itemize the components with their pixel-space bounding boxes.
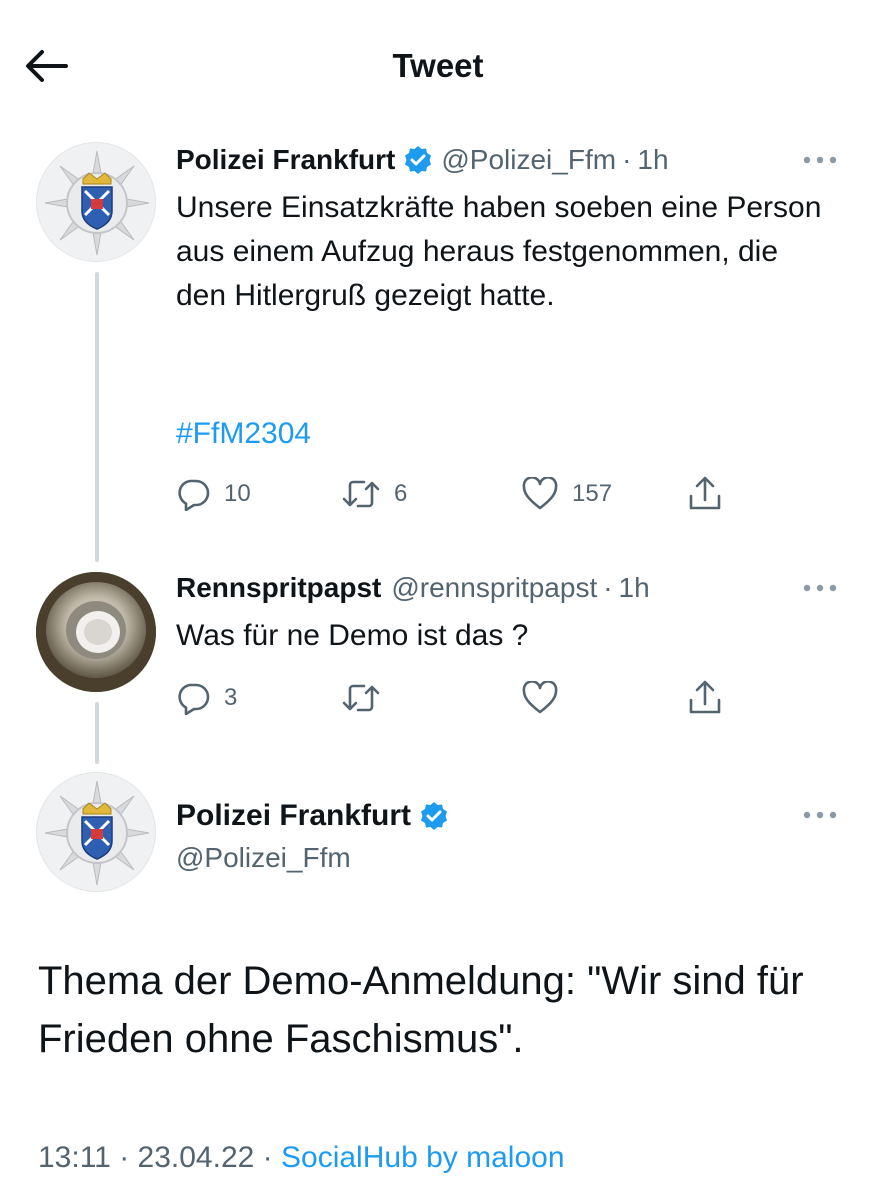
tweet-text: Unsere Einsatzkräfte haben soeben eine P… [176,191,822,312]
separator: · [622,144,632,175]
reply-button[interactable]: 10 [176,472,251,516]
author-name[interactable]: Rennspritpapst [176,570,381,606]
retweet-button[interactable]: 6 [342,472,407,516]
more-button[interactable] [800,800,840,830]
reply-count: 3 [224,684,238,711]
tweet-header: Rennspritpapst @rennspritpapst · 1h [176,570,650,606]
share-button[interactable] [688,472,722,516]
avatar[interactable] [36,572,156,692]
author-name[interactable]: Polizei Frankfurt [176,796,411,836]
thread-connector [95,702,99,764]
share-button[interactable] [688,676,722,720]
exhaust-pipe-image [36,572,156,692]
timestamp[interactable]: 1h [637,142,668,178]
more-icon [803,584,837,592]
verified-badge-icon [419,801,449,831]
retweet-button[interactable] [342,676,380,720]
author-handle[interactable]: @Polizei_Ffm [441,142,616,178]
retweet-icon [342,480,380,508]
police-star-icon [44,780,150,886]
tweet-date[interactable]: 23.04.22 [138,1141,255,1174]
tweet-actions: 3 [176,676,776,720]
reply-button[interactable]: 3 [176,676,237,720]
tweet-actions: 10 6 157 [176,472,776,516]
separator: · [119,1141,130,1174]
page-title: Tweet [392,47,484,84]
like-button[interactable] [522,676,558,720]
hashtag-link[interactable]: #FfM2304 [176,414,311,454]
focus-tweet-text: Thema der Demo-Anmeldung: "Wir sind für … [38,959,804,1061]
retweet-count: 6 [394,480,408,507]
reply-count: 10 [224,480,251,507]
tweet-text: Was für ne Demo ist das ? [176,619,529,652]
top-bar: Tweet [0,0,876,130]
more-button[interactable] [800,573,840,603]
reply-icon [178,683,210,715]
more-icon [803,811,837,819]
share-icon [689,680,721,714]
tweet-time[interactable]: 13:11 [38,1141,111,1174]
thread-connector [95,272,99,562]
author-name[interactable]: Polizei Frankfurt [176,142,395,178]
verified-badge-icon [403,145,433,175]
like-button[interactable]: 157 [522,472,612,516]
author-handle[interactable]: @Polizei_Ffm [176,838,351,878]
separator: · [262,1141,273,1174]
reply-icon [178,479,210,511]
like-icon [522,477,558,510]
separator: · [603,572,613,603]
share-icon [689,476,721,510]
tweet-meta: 13:11 · 23.04.22 · SocialHub by maloon [38,1138,565,1178]
focus-author-name: Polizei Frankfurt [176,796,457,836]
like-icon [522,681,558,714]
source-link[interactable]: SocialHub by maloon [281,1141,565,1174]
tweet-header: Polizei Frankfurt @Polizei_Ffm · 1h [176,142,669,178]
avatar[interactable] [36,772,156,892]
more-button[interactable] [800,145,840,175]
timestamp[interactable]: 1h [619,570,650,606]
retweet-icon [342,684,380,712]
police-star-icon [44,150,150,256]
author-handle[interactable]: @rennspritpapst [391,570,597,606]
like-count: 157 [572,480,613,507]
more-icon [803,156,837,164]
avatar[interactable] [36,142,156,262]
